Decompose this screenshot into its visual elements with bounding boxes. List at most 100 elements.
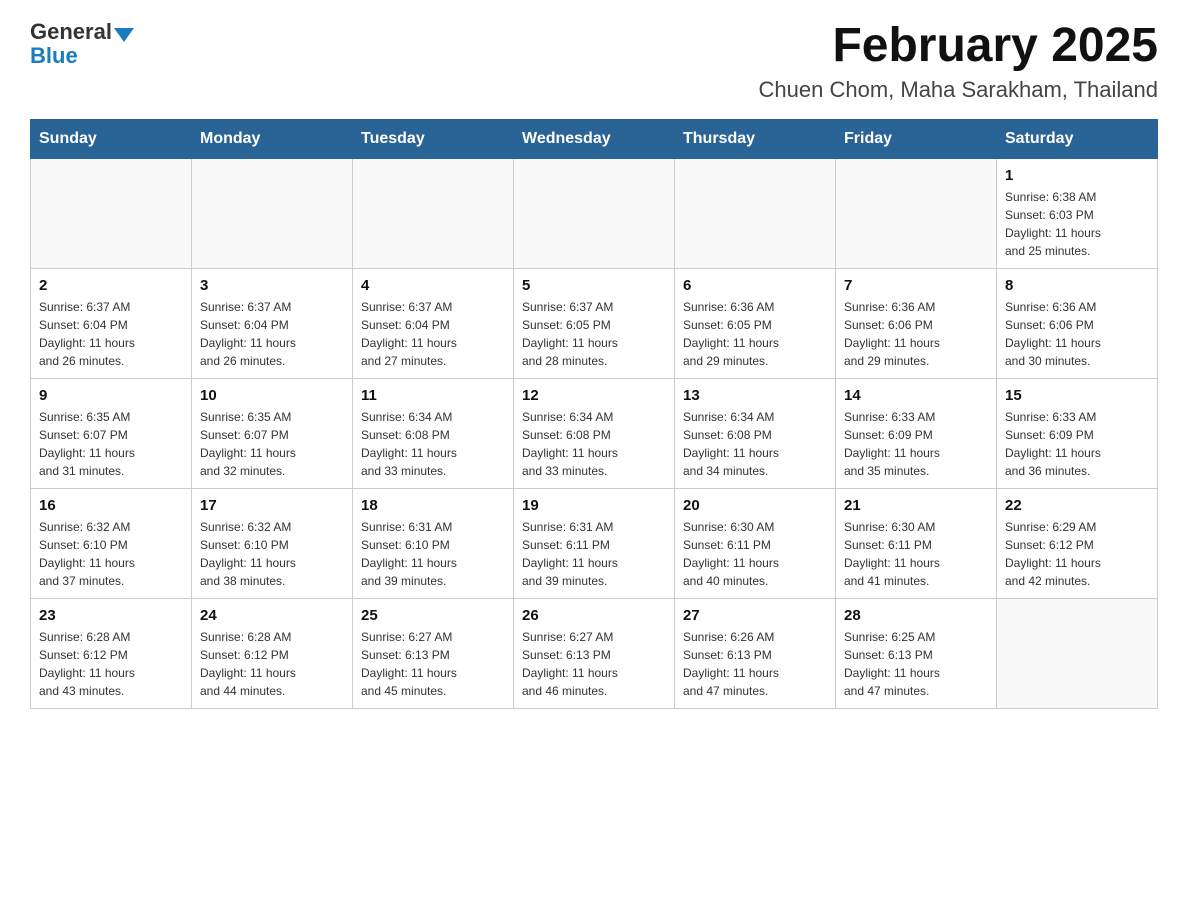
day-number: 26 (522, 607, 666, 624)
day-cell: 23 Sunrise: 6:28 AM Sunset: 6:12 PM Dayli… (31, 598, 192, 708)
day-cell: 21 Sunrise: 6:30 AM Sunset: 6:11 PM Dayli… (836, 488, 997, 598)
header-cell-friday: Friday (836, 119, 997, 158)
day-cell (836, 158, 997, 268)
logo: General Blue (30, 20, 134, 68)
logo-general-line: General (30, 20, 134, 44)
day-number: 4 (361, 277, 505, 294)
day-cell: 8 Sunrise: 6:36 AM Sunset: 6:06 PM Daylig… (997, 268, 1158, 378)
header-cell-saturday: Saturday (997, 119, 1158, 158)
day-cell: 7 Sunrise: 6:36 AM Sunset: 6:06 PM Daylig… (836, 268, 997, 378)
day-info: Sunrise: 6:31 AM Sunset: 6:10 PM Dayligh… (361, 518, 505, 590)
day-info: Sunrise: 6:37 AM Sunset: 6:04 PM Dayligh… (39, 298, 183, 370)
day-number: 17 (200, 497, 344, 514)
day-cell: 1 Sunrise: 6:38 AM Sunset: 6:03 PM Daylig… (997, 158, 1158, 268)
day-cell: 26 Sunrise: 6:27 AM Sunset: 6:13 PM Dayli… (514, 598, 675, 708)
day-info: Sunrise: 6:36 AM Sunset: 6:06 PM Dayligh… (844, 298, 988, 370)
title-block: February 2025 Chuen Chom, Maha Sarakham,… (759, 20, 1158, 103)
day-info: Sunrise: 6:34 AM Sunset: 6:08 PM Dayligh… (683, 408, 827, 480)
day-number: 22 (1005, 497, 1149, 514)
week-row-5: 23 Sunrise: 6:28 AM Sunset: 6:12 PM Dayli… (31, 598, 1158, 708)
day-number: 13 (683, 387, 827, 404)
day-number: 2 (39, 277, 183, 294)
day-number: 19 (522, 497, 666, 514)
day-info: Sunrise: 6:31 AM Sunset: 6:11 PM Dayligh… (522, 518, 666, 590)
day-cell: 11 Sunrise: 6:34 AM Sunset: 6:08 PM Dayli… (353, 378, 514, 488)
day-cell: 14 Sunrise: 6:33 AM Sunset: 6:09 PM Dayli… (836, 378, 997, 488)
day-cell: 6 Sunrise: 6:36 AM Sunset: 6:05 PM Daylig… (675, 268, 836, 378)
day-number: 23 (39, 607, 183, 624)
day-cell: 16Sunrise: 6:32 AM Sunset: 6:10 PM Dayli… (31, 488, 192, 598)
header-cell-wednesday: Wednesday (514, 119, 675, 158)
calendar-table: SundayMondayTuesdayWednesdayThursdayFrid… (30, 119, 1158, 709)
day-number: 15 (1005, 387, 1149, 404)
day-cell (353, 158, 514, 268)
day-info: Sunrise: 6:35 AM Sunset: 6:07 PM Dayligh… (39, 408, 183, 480)
day-number: 18 (361, 497, 505, 514)
page-header: General Blue February 2025 Chuen Chom, M… (30, 20, 1158, 103)
day-number: 24 (200, 607, 344, 624)
day-number: 7 (844, 277, 988, 294)
day-cell: 20Sunrise: 6:30 AM Sunset: 6:11 PM Dayli… (675, 488, 836, 598)
day-info: Sunrise: 6:32 AM Sunset: 6:10 PM Dayligh… (39, 518, 183, 590)
day-cell: 2 Sunrise: 6:37 AM Sunset: 6:04 PM Daylig… (31, 268, 192, 378)
day-number: 1 (1005, 167, 1149, 184)
day-cell (31, 158, 192, 268)
day-number: 8 (1005, 277, 1149, 294)
day-info: Sunrise: 6:35 AM Sunset: 6:07 PM Dayligh… (200, 408, 344, 480)
day-cell: 3 Sunrise: 6:37 AM Sunset: 6:04 PM Daylig… (192, 268, 353, 378)
day-info: Sunrise: 6:28 AM Sunset: 6:12 PM Dayligh… (39, 628, 183, 700)
day-info: Sunrise: 6:33 AM Sunset: 6:09 PM Dayligh… (1005, 408, 1149, 480)
day-cell: 9 Sunrise: 6:35 AM Sunset: 6:07 PM Daylig… (31, 378, 192, 488)
week-row-1: 1 Sunrise: 6:38 AM Sunset: 6:03 PM Daylig… (31, 158, 1158, 268)
day-number: 28 (844, 607, 988, 624)
day-cell: 12Sunrise: 6:34 AM Sunset: 6:08 PM Dayli… (514, 378, 675, 488)
day-number: 3 (200, 277, 344, 294)
day-cell: 19 Sunrise: 6:31 AM Sunset: 6:11 PM Dayli… (514, 488, 675, 598)
logo-triangle-icon (114, 28, 134, 42)
day-cell (997, 598, 1158, 708)
header-cell-tuesday: Tuesday (353, 119, 514, 158)
week-row-4: 16Sunrise: 6:32 AM Sunset: 6:10 PM Dayli… (31, 488, 1158, 598)
day-info: Sunrise: 6:33 AM Sunset: 6:09 PM Dayligh… (844, 408, 988, 480)
day-number: 11 (361, 387, 505, 404)
header-cell-thursday: Thursday (675, 119, 836, 158)
calendar-title: February 2025 (759, 20, 1158, 73)
day-cell: 17 Sunrise: 6:32 AM Sunset: 6:10 PM Dayli… (192, 488, 353, 598)
day-info: Sunrise: 6:37 AM Sunset: 6:04 PM Dayligh… (200, 298, 344, 370)
week-row-3: 9 Sunrise: 6:35 AM Sunset: 6:07 PM Daylig… (31, 378, 1158, 488)
day-info: Sunrise: 6:32 AM Sunset: 6:10 PM Dayligh… (200, 518, 344, 590)
week-row-2: 2 Sunrise: 6:37 AM Sunset: 6:04 PM Daylig… (31, 268, 1158, 378)
header-cell-sunday: Sunday (31, 119, 192, 158)
day-number: 25 (361, 607, 505, 624)
day-number: 14 (844, 387, 988, 404)
day-cell: 22Sunrise: 6:29 AM Sunset: 6:12 PM Dayli… (997, 488, 1158, 598)
day-info: Sunrise: 6:36 AM Sunset: 6:05 PM Dayligh… (683, 298, 827, 370)
day-number: 9 (39, 387, 183, 404)
logo-general-text: General (30, 19, 112, 44)
day-number: 27 (683, 607, 827, 624)
day-cell: 5 Sunrise: 6:37 AM Sunset: 6:05 PM Daylig… (514, 268, 675, 378)
day-number: 5 (522, 277, 666, 294)
calendar-subtitle: Chuen Chom, Maha Sarakham, Thailand (759, 77, 1158, 103)
day-cell: 18 Sunrise: 6:31 AM Sunset: 6:10 PM Dayli… (353, 488, 514, 598)
day-number: 12 (522, 387, 666, 404)
day-info: Sunrise: 6:27 AM Sunset: 6:13 PM Dayligh… (522, 628, 666, 700)
day-info: Sunrise: 6:34 AM Sunset: 6:08 PM Dayligh… (361, 408, 505, 480)
day-cell: 24Sunrise: 6:28 AM Sunset: 6:12 PM Dayli… (192, 598, 353, 708)
day-info: Sunrise: 6:30 AM Sunset: 6:11 PM Dayligh… (844, 518, 988, 590)
day-number: 21 (844, 497, 988, 514)
day-cell: 25 Sunrise: 6:27 AM Sunset: 6:13 PM Dayli… (353, 598, 514, 708)
day-info: Sunrise: 6:37 AM Sunset: 6:04 PM Dayligh… (361, 298, 505, 370)
header-cell-monday: Monday (192, 119, 353, 158)
day-cell: 28 Sunrise: 6:25 AM Sunset: 6:13 PM Dayli… (836, 598, 997, 708)
day-number: 6 (683, 277, 827, 294)
day-info: Sunrise: 6:36 AM Sunset: 6:06 PM Dayligh… (1005, 298, 1149, 370)
header-row: SundayMondayTuesdayWednesdayThursdayFrid… (31, 119, 1158, 158)
day-info: Sunrise: 6:30 AM Sunset: 6:11 PM Dayligh… (683, 518, 827, 590)
day-info: Sunrise: 6:25 AM Sunset: 6:13 PM Dayligh… (844, 628, 988, 700)
day-info: Sunrise: 6:38 AM Sunset: 6:03 PM Dayligh… (1005, 188, 1149, 260)
day-info: Sunrise: 6:37 AM Sunset: 6:05 PM Dayligh… (522, 298, 666, 370)
day-info: Sunrise: 6:27 AM Sunset: 6:13 PM Dayligh… (361, 628, 505, 700)
logo-blue-text: Blue (30, 43, 78, 68)
day-cell: 10Sunrise: 6:35 AM Sunset: 6:07 PM Dayli… (192, 378, 353, 488)
